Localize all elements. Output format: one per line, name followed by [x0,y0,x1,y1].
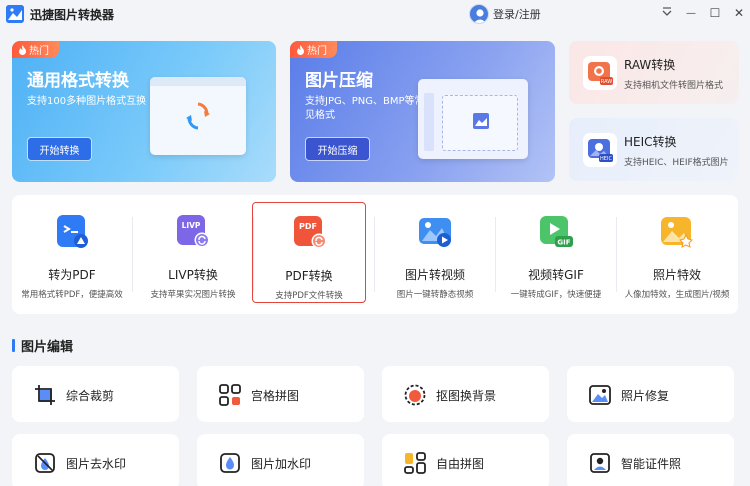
remove-watermark-icon [35,453,55,473]
close-button[interactable]: ✕ [728,3,750,23]
section-title: 图片编辑 [12,336,73,355]
banner-desc: 支持100多种图片格式互换 [27,96,147,107]
tool-desc: 一键转成GIF，快速便捷 [510,290,602,300]
raw-convert-card[interactable]: RAW RAW转换 支持相机文件转图片格式 [569,41,739,104]
edit-label: 自由拼图 [436,457,485,471]
side-card-title: RAW转换 [624,58,676,72]
edit-cutout-background[interactable]: 抠图换背景 [382,366,549,422]
flame-icon [19,44,26,55]
video-to-gif-icon: GIF [540,216,573,247]
tool-video-to-gif[interactable]: GIF 视频转GIF 一键转成GIF，快速便捷 [496,195,616,314]
edit-label: 综合裁剪 [66,389,115,403]
image-icon [473,113,489,129]
tool-desc: 人像加特效，生成图片/视频 [624,290,730,300]
svg-text:RAW: RAW [601,79,612,85]
edit-label: 图片加水印 [251,457,312,471]
edit-free-collage[interactable]: 自由拼图 [382,434,549,486]
compress-illustration [418,79,528,159]
tool-desc: 支持PDF文件转换 [275,291,343,301]
edit-label: 图片去水印 [66,457,127,471]
photo-repair-icon [589,385,611,405]
tool-label: LIVP转换 [168,268,218,282]
edit-add-watermark[interactable]: 图片加水印 [197,434,364,486]
svg-text:PDF: PDF [299,222,317,231]
banner-compress[interactable]: 热门 图片压缩 支持JPG、PNG、BMP等常见格式 开始压缩 [290,41,555,182]
start-convert-button[interactable]: 开始转换 [27,137,92,161]
id-photo-icon [590,453,610,473]
login-label: 登录/注册 [493,8,541,21]
pdf-icon: PDF [294,216,327,249]
grid-icon [219,384,241,406]
edit-label: 宫格拼图 [251,389,300,403]
edit-crop[interactable]: 综合裁剪 [12,366,179,422]
side-card-desc: 支持相机文件转图片格式 [624,81,724,91]
svg-text:LIVP: LIVP [182,221,201,230]
app-logo-icon [6,5,24,23]
heic-icon: HEIC [583,133,617,167]
livp-icon: LIVP [177,215,210,248]
edit-id-photo[interactable]: 智能证件照 [567,434,734,486]
edit-label: 照片修复 [621,389,670,403]
tool-label: PDF转换 [285,269,333,283]
maximize-button[interactable]: ☐ [704,3,726,23]
raw-icon: RAW [583,56,617,90]
banner-title: 图片压缩 [305,71,373,91]
tool-label: 视频转GIF [528,268,584,282]
minimize-button[interactable]: — [680,3,702,23]
banner-format-convert[interactable]: 热门 通用格式转换 支持100多种图片格式互换 开始转换 [12,41,276,182]
banner-desc: 支持JPG、PNG、BMP等常见格式 [305,96,425,121]
to-pdf-icon [57,215,88,248]
svg-text:GIF: GIF [557,239,570,247]
heic-convert-card[interactable]: HEIC HEIC转换 支持HEIC、HEIF格式图片 [569,118,739,181]
crop-icon [35,385,55,405]
tool-label: 照片特效 [652,268,701,282]
side-card-desc: 支持HEIC、HEIF格式图片 [624,158,729,168]
edit-label: 智能证件照 [621,457,682,471]
tool-pdf-convert[interactable]: PDF PDF转换 支持PDF文件转换 [252,202,366,303]
banner-title: 通用格式转换 [27,71,129,91]
avatar-icon [469,4,489,24]
tool-image-to-video[interactable]: 图片转视频 图片一键转静态视频 [375,195,495,314]
convert-illustration [150,77,246,155]
side-card-title: HEIC转换 [624,135,677,149]
tool-desc: 支持苹果实况图片转换 [150,290,236,300]
edit-grid-collage[interactable]: 宫格拼图 [197,366,364,422]
image-to-video-icon [419,218,451,247]
minimize-icon: — [686,7,696,19]
tool-desc: 常用格式转PDF，便捷高效 [21,290,123,300]
edit-label: 抠图换背景 [436,389,497,403]
refresh-icon [186,102,210,130]
tool-desc: 图片一键转静态视频 [396,290,474,300]
hot-badge: 热门 [290,41,337,58]
hot-badge: 热门 [12,41,59,58]
cutout-icon [404,384,426,406]
login-button[interactable]: 登录/注册 [469,4,541,24]
close-icon: ✕ [733,6,745,20]
tools-panel: 转为PDF 常用格式转PDF，便捷高效 LIVP LIVP转换 支持苹果实况图片… [12,195,738,314]
add-watermark-icon [220,453,240,473]
tool-photo-effects[interactable]: 照片特效 人像加特效，生成图片/视频 [617,195,737,314]
title-bar: 迅捷图片转换器 登录/注册 — ☐ ✕ [0,0,750,28]
section-mark [12,339,15,352]
restore-icon[interactable] [656,3,678,23]
edit-photo-repair[interactable]: 照片修复 [567,366,734,422]
tool-livp-convert[interactable]: LIVP LIVP转换 支持苹果实况图片转换 [133,195,253,314]
tool-label: 转为PDF [48,268,96,282]
free-collage-icon [404,452,426,474]
tool-to-pdf[interactable]: 转为PDF 常用格式转PDF，便捷高效 [12,195,132,314]
flame-icon [297,44,304,55]
edit-remove-watermark[interactable]: 图片去水印 [12,434,179,486]
app-title: 迅捷图片转换器 [30,8,115,22]
maximize-icon: ☐ [709,6,721,20]
svg-text:HEIC: HEIC [600,156,612,162]
photo-effects-icon [661,217,693,248]
tool-label: 图片转视频 [404,268,465,282]
start-compress-button[interactable]: 开始压缩 [305,137,370,161]
